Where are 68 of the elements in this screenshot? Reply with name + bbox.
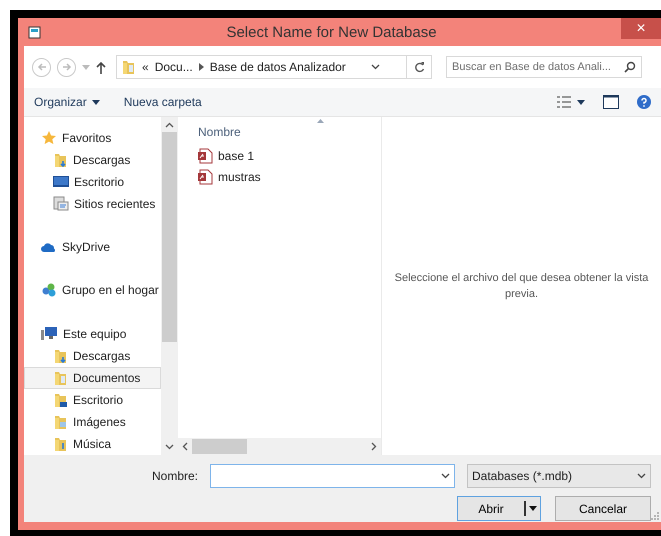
preview-pane-icon[interactable] [603,95,619,109]
scroll-left-icon[interactable] [182,442,188,451]
cancel-button[interactable]: Cancelar [555,496,651,521]
recent-places-icon [53,196,69,212]
toolbar-button[interactable]: Nueva carpeta [124,95,202,109]
download-folder-icon [53,152,68,168]
navigation-item[interactable]: Descargas [24,149,161,172]
navigation-item[interactable]: Escritorio [24,388,161,411]
forward-arrow-icon [62,62,72,72]
database-file-icon [198,148,213,164]
navigation-item[interactable]: Favoritos [24,127,161,150]
download-folder-icon [53,348,68,364]
dropdown-chevron-icon[interactable] [371,64,380,70]
cloud-icon [41,241,57,254]
navigation-item[interactable]: SkyDrive [24,236,161,258]
music-folder-icon [53,436,68,452]
documents-folder-icon [53,370,68,386]
column-header[interactable]: Nombre [178,117,381,145]
navigation-item[interactable]: Sitios recientes [24,193,161,216]
help-icon[interactable] [637,95,651,109]
homegroup-icon [41,282,57,298]
dropdown-chevron-icon [637,473,646,479]
resize-grip-icon[interactable] [651,512,659,520]
caret-icon [529,506,537,511]
scroll-down-icon[interactable] [165,444,174,450]
scroll-right-icon[interactable] [371,442,377,451]
breadcrumb[interactable]: Base de datos Analizador [210,60,346,74]
breadcrumb[interactable]: Docu... [154,60,193,74]
overflow-chevron[interactable]: « [142,60,149,74]
menu-button[interactable]: Organizar [34,95,100,109]
refresh-icon [414,61,424,73]
caret-icon [92,100,100,104]
back-arrow-icon [36,62,46,72]
file-type-dropdown[interactable]: Databases (*.mdb) [467,464,651,488]
monitor-icon [53,175,69,190]
file-name-label: Nombre: [152,469,198,483]
breadcrumb-separator-icon [198,63,204,71]
close-button[interactable]: × [621,18,661,39]
file-item[interactable]: mustras [178,166,381,187]
scrollbar-thumb[interactable] [162,132,177,342]
navigation-item[interactable]: Documentos [24,366,161,389]
view-options-icon[interactable] [557,96,585,108]
navigation-item[interactable]: Grupo en el hogar [24,279,161,302]
scrollbar-thumb[interactable] [192,439,247,454]
app-icon [28,25,42,39]
search-icon [624,61,636,73]
dropdown-chevron-icon[interactable] [441,473,450,479]
search-field[interactable]: Buscar en Base de datos Anali... [446,56,642,78]
file-item[interactable]: base 1 [178,145,381,166]
sort-arrow-icon [317,119,324,123]
open-button[interactable]: Abrir [457,496,541,521]
window-title: Select Name for New Database [225,24,438,40]
pictures-folder-icon [53,414,68,430]
navigation-item[interactable]: Descargas [24,344,161,367]
navigation-item[interactable]: Escritorio [24,171,161,194]
folder-icon [121,59,136,75]
desktop-folder-icon [53,392,68,408]
navigation-item[interactable]: Música [24,432,161,455]
address-bar[interactable]: « Docu... Base de datos Analizador [116,55,432,79]
preview-message: Seleccione el archivo del que desea obtener la vista previa. [394,271,650,302]
star-icon [41,130,57,146]
scroll-up-icon[interactable] [165,122,174,128]
up-arrow-icon[interactable] [96,60,106,74]
navigation-item[interactable]: Este equipo [24,322,161,345]
computer-icon [41,326,58,341]
navigation-item[interactable]: Imágenes [24,410,161,433]
file-name-field[interactable] [210,464,455,488]
database-file-icon [198,168,213,184]
